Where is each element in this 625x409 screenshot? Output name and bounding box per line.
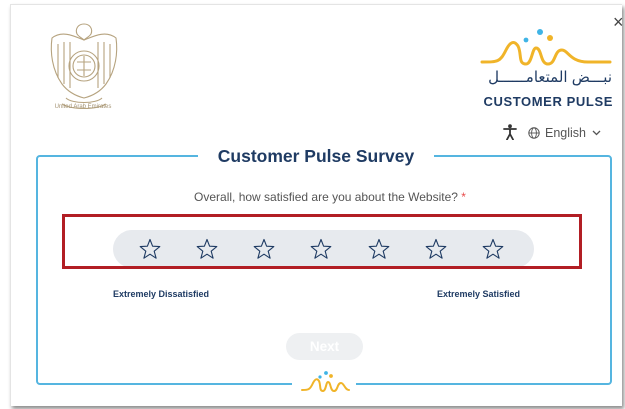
uae-emblem-logo [50, 23, 118, 110]
language-label: English [545, 126, 586, 140]
rating-highlight-box [62, 214, 582, 269]
globe-icon [528, 127, 540, 139]
question-text: Overall, how satisfied are you about the… [194, 190, 458, 204]
required-marker: * [461, 190, 466, 204]
scale-high-label: Extremely Satisfied [437, 289, 521, 299]
customer-pulse-mark-logo [301, 371, 350, 393]
brand-arabic-name: نبـــض المتعامــــــل [488, 69, 612, 86]
language-select[interactable]: English [528, 125, 601, 141]
brand-english-name: CUSTOMER PULSE [483, 94, 613, 109]
scale-low-label: Extremely Dissatisfied [113, 289, 210, 299]
accessibility-person-icon[interactable] [503, 124, 517, 140]
chevron-down-icon [592, 130, 601, 136]
survey-title: Customer Pulse Survey [217, 146, 415, 166]
next-button[interactable]: Next [286, 333, 363, 360]
survey-question: Overall, how satisfied are you about the… [170, 190, 490, 204]
survey-title-wrap: Customer Pulse Survey [198, 142, 434, 170]
emblem-caption: United Arab Emirates [54, 104, 112, 110]
